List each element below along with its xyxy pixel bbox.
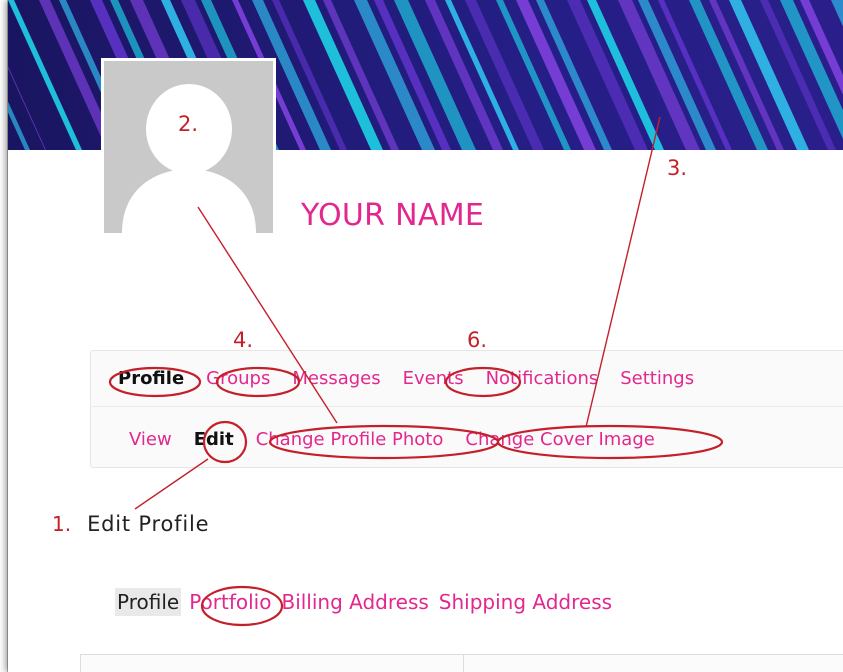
profile-form-table	[80, 654, 843, 672]
edit-profile-title: Edit Profile	[87, 512, 210, 536]
nav-groups[interactable]: Groups	[206, 368, 270, 389]
tab-shipping-address[interactable]: Shipping Address	[437, 588, 614, 616]
profile-name: YOUR NAME	[301, 198, 485, 233]
profile-navigation: Profile Groups Messages Events Notificat…	[90, 350, 843, 468]
subnav-change-cover-image[interactable]: Change Cover Image	[465, 429, 654, 450]
tab-portfolio[interactable]: Portfolio	[187, 588, 273, 616]
step-6-label: 6.	[467, 328, 488, 352]
profile-page: YOUR NAME Profile Groups Messages Events…	[8, 0, 843, 672]
step-3-label: 3.	[667, 156, 688, 180]
step-2-label: 2.	[178, 112, 199, 136]
avatar-silhouette-icon	[104, 61, 273, 233]
secondary-nav: View Edit Change Profile Photo Change Co…	[91, 411, 843, 467]
edit-profile-heading: 1. Edit Profile	[52, 512, 209, 536]
nav-messages[interactable]: Messages	[292, 368, 380, 389]
profile-tabs: Profile Portfolio Billing Address Shippi…	[115, 588, 620, 616]
step-1-label: 1.	[52, 512, 72, 536]
table-divider	[463, 655, 464, 672]
nav-notifications[interactable]: Notifications	[486, 368, 599, 389]
subnav-edit[interactable]: Edit	[194, 429, 234, 450]
tab-profile[interactable]: Profile	[115, 588, 182, 616]
nav-settings[interactable]: Settings	[620, 368, 694, 389]
tab-billing-address[interactable]: Billing Address	[279, 588, 430, 616]
step-4-label: 4.	[233, 328, 254, 352]
primary-nav: Profile Groups Messages Events Notificat…	[91, 351, 843, 407]
nav-events[interactable]: Events	[403, 368, 464, 389]
subnav-view[interactable]: View	[129, 429, 172, 450]
subnav-change-profile-photo[interactable]: Change Profile Photo	[256, 429, 444, 450]
nav-profile[interactable]: Profile	[118, 368, 184, 389]
profile-avatar[interactable]	[101, 58, 276, 236]
